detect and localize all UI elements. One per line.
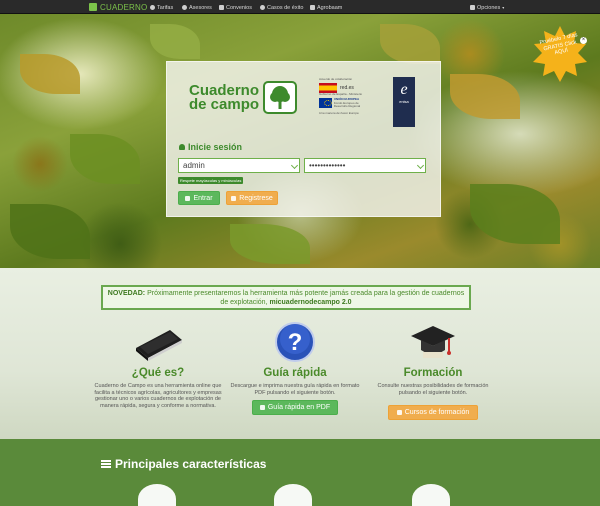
chevron-down-icon: ▾ [502, 5, 505, 10]
nav-label: Agrobaam [317, 4, 343, 11]
column-text: Consulte nuestras posibilidades de forma… [377, 383, 489, 396]
ministry-text: Gobierno de España - Ministerio [319, 91, 363, 96]
column-title: Formación [403, 367, 463, 379]
menu-icon [470, 5, 475, 10]
user-icon [185, 195, 191, 201]
novedad-banner: NOVEDAD: Próximamente presentaremos la h… [101, 285, 471, 310]
password-value: ••••••••••••• [309, 161, 346, 170]
features-title: Principales características [115, 457, 267, 471]
enisa-e-icon: e [400, 81, 408, 98]
column-que-es: ¿Qué es? Cuaderno de Campo es una herram… [93, 322, 223, 409]
fund-label: Fondo Europeo de Desarrollo Regional [333, 100, 361, 108]
calculator-icon [274, 484, 312, 506]
nav-item-casos[interactable]: Casos de éxito [260, 3, 303, 12]
cart-icon [310, 5, 315, 10]
column-title: ¿Qué es? [131, 367, 185, 379]
book-icon [259, 405, 265, 410]
register-button[interactable]: Registrese [226, 191, 278, 205]
document-icon [412, 484, 450, 506]
sponsor-logos: Acuerdo de colaboración red.es Gobierno … [319, 77, 371, 130]
nav-label: Casos de éxito [267, 4, 304, 11]
column-guia: ? Guía rápida Descargue e imprima nuestr… [230, 322, 360, 415]
username-field[interactable]: admin [178, 158, 300, 173]
password-field[interactable]: ••••••••••••• [304, 158, 426, 173]
enter-label: Entrar [193, 194, 213, 202]
red-es-logo: red.es [340, 84, 354, 91]
promo-badge[interactable]: Pruébelo 7 días GRATIS Click AQUÍ [532, 26, 588, 82]
novedad-label: NOVEDAD: [107, 290, 146, 297]
nav-label: Tarifas [157, 4, 174, 11]
pdf-guide-button[interactable]: Guía rápida en PDF [252, 400, 338, 415]
check-icon [150, 5, 155, 10]
svg-text:?: ? [288, 329, 303, 356]
top-navbar: CUADERNO Tarifas Asesores Convenios Caso… [0, 0, 600, 14]
novedad-product[interactable]: micuadernodecampo 2.0 [269, 299, 351, 306]
info-section: NOVEDAD: Próximamente presentaremos la h… [0, 268, 600, 439]
options-label: Opciones [477, 4, 501, 11]
nav-label: Asesores [189, 4, 212, 11]
features-section: Principales características [0, 439, 600, 506]
enter-button[interactable]: Entrar [178, 191, 220, 205]
register-label: Registrese [239, 194, 273, 202]
book-icon [93, 322, 223, 362]
list-icon [101, 460, 111, 468]
spain-flag-icon [319, 82, 337, 93]
book-stack-icon [138, 484, 176, 506]
courses-label: Cursos de formación [404, 409, 470, 416]
graduation-cap-icon [368, 322, 498, 362]
column-text: Cuaderno de Campo es una herramienta onl… [94, 383, 222, 409]
leaf-decoration [230, 224, 310, 264]
brand-link[interactable]: CUADERNO [89, 2, 147, 12]
column-title: Guía rápida [263, 367, 327, 379]
thumbs-up-icon [219, 5, 224, 10]
login-heading-text: Inicie sesión [188, 142, 243, 152]
features-heading: Principales características [101, 457, 266, 471]
nav-item-tarifas[interactable]: Tarifas [150, 3, 173, 12]
user-icon [179, 144, 185, 150]
nav-item-asesores[interactable]: Asesores [182, 3, 212, 12]
sponsor-line: Acuerdo de colaboración [319, 77, 353, 81]
valid-check-icon [290, 161, 299, 170]
nav-label: Convenios [226, 4, 252, 11]
leaf-decoration [150, 24, 200, 59]
brand-title: Cuaderno de campo [189, 82, 260, 113]
enisa-logo: e enisa [393, 77, 415, 127]
case-hint: Respete mayúsculas y minúsculas [178, 177, 244, 184]
brand-logo-icon [89, 3, 97, 11]
enisa-label: enisa [399, 99, 409, 104]
leaf-decoration [20, 54, 80, 94]
valid-check-icon [416, 161, 425, 170]
leaf-decoration [380, 24, 440, 64]
users-icon [182, 5, 187, 10]
brand-label: CUADERNO [100, 2, 148, 12]
help-icon: ? [230, 322, 360, 362]
cart-icon [231, 195, 237, 201]
book-icon [396, 410, 402, 415]
leaf-decoration [470, 184, 560, 244]
leaf-decoration [70, 134, 140, 184]
options-dropdown[interactable]: Opciones ▾ [470, 3, 504, 12]
column-text: Descargue e imprima nuestra guía rápida … [230, 383, 360, 396]
eu-motto: Una manera de hacer Europa [319, 110, 359, 115]
pdf-guide-label: Guía rápida en PDF [267, 404, 331, 411]
tree-logo-icon [263, 81, 297, 114]
courses-button[interactable]: Cursos de formación [388, 405, 478, 420]
username-value: admin [183, 161, 205, 170]
eu-flag-icon [319, 98, 332, 109]
nav-item-agrobaam[interactable]: Agrobaam [310, 3, 342, 12]
nav-item-convenios[interactable]: Convenios [219, 3, 252, 12]
column-formacion: Formación Consulte nuestras posibilidade… [368, 322, 498, 420]
login-panel: Cuaderno de campo Acuerdo de colaboració… [166, 61, 441, 217]
leaf-decoration [450, 74, 520, 119]
leaf-decoration [10, 204, 90, 259]
close-icon[interactable]: × [580, 37, 587, 44]
globe-icon [260, 5, 265, 10]
login-heading: Inicie sesión [179, 142, 242, 152]
